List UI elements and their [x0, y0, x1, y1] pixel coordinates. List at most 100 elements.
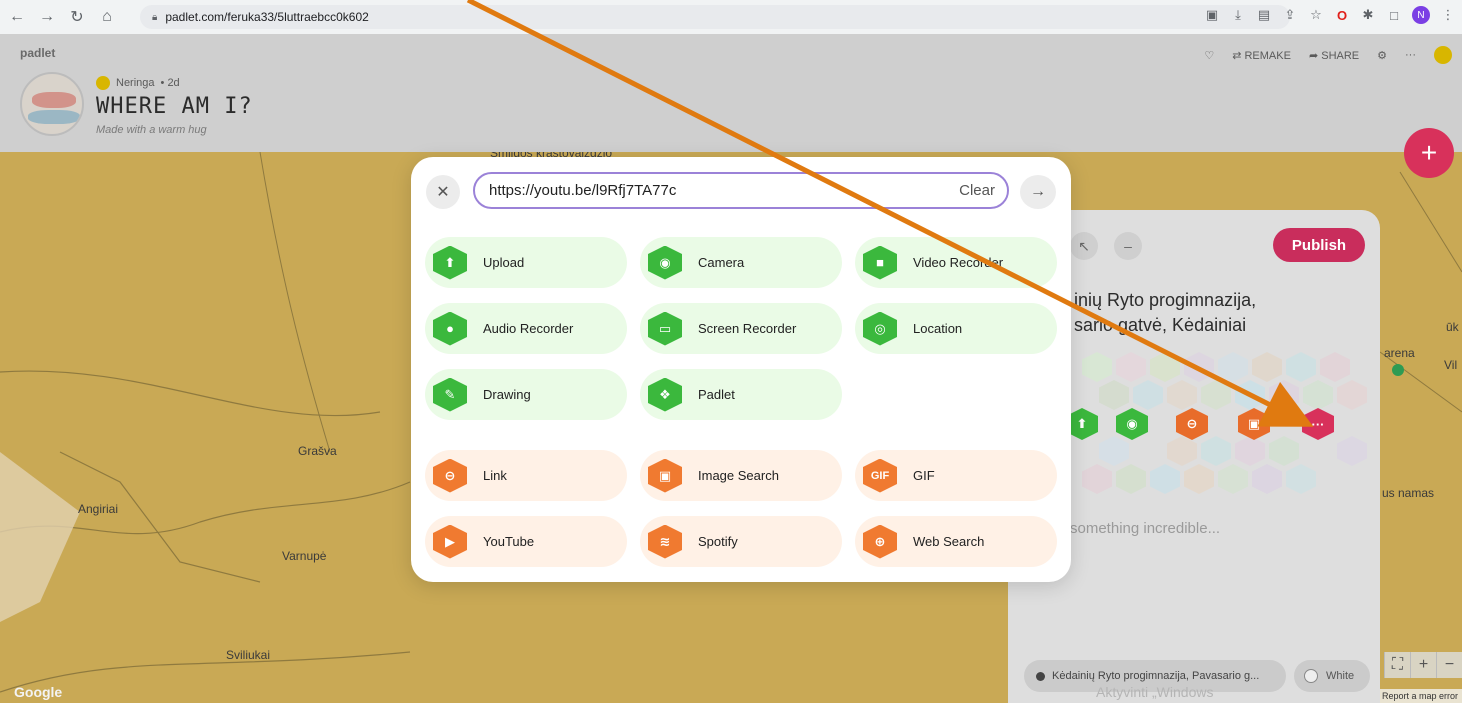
- map-label-angiriai: Angiriai: [78, 502, 119, 516]
- map-pin-icon[interactable]: [1392, 364, 1404, 376]
- lock-icon: 🔒︎: [152, 11, 158, 23]
- zoom-out-button[interactable]: −: [1436, 652, 1462, 678]
- color-white-toggle[interactable]: White: [1294, 660, 1370, 692]
- share-page-icon[interactable]: ⇪: [1282, 7, 1298, 23]
- image-search-hex-icon[interactable]: ▣: [1238, 408, 1270, 440]
- share-button[interactable]: ➦ SHARE: [1309, 49, 1359, 62]
- microphone-icon: ●: [433, 311, 467, 346]
- option-spotify[interactable]: ≋ Spotify: [640, 516, 842, 567]
- puzzle-icon[interactable]: ✱: [1360, 7, 1376, 23]
- forward-arrow-icon[interactable]: →: [34, 4, 60, 30]
- padlet-title: WHERE AM I?: [96, 94, 253, 119]
- drawing-icon: ✎: [433, 377, 467, 412]
- option-camera[interactable]: ◉ Camera: [640, 237, 842, 288]
- option-label: Video Recorder: [913, 255, 1004, 270]
- author-name: Neringa: [116, 77, 155, 89]
- expand-icon[interactable]: ↖: [1070, 232, 1098, 260]
- option-label: Spotify: [698, 534, 738, 549]
- extension-icon[interactable]: ▣: [1204, 7, 1220, 23]
- minimize-icon[interactable]: –: [1114, 232, 1142, 260]
- heart-icon[interactable]: ♡: [1204, 49, 1214, 62]
- link-url-input[interactable]: [489, 182, 960, 199]
- zoom-in-button[interactable]: +: [1410, 652, 1436, 678]
- composer-title[interactable]: inių Ryto progimnazija, sario gatvė, Kėd…: [1074, 288, 1364, 338]
- user-avatar[interactable]: [1434, 46, 1452, 64]
- option-image-search[interactable]: ▣ Image Search: [640, 450, 842, 501]
- link-icon: ⊖: [433, 458, 467, 493]
- add-post-button[interactable]: +: [1404, 128, 1454, 178]
- close-icon[interactable]: ✕: [426, 175, 460, 209]
- map-label-uk: ūk: [1446, 320, 1459, 334]
- option-screen-recorder[interactable]: ▭ Screen Recorder: [640, 303, 842, 354]
- color-swatch-icon: [1304, 669, 1318, 683]
- map-zoom-controls: ⛶ + −: [1384, 652, 1462, 678]
- padlet-logo[interactable]: padlet: [20, 46, 55, 60]
- video-recorder-icon: ■: [863, 245, 897, 280]
- profile-avatar[interactable]: N: [1412, 6, 1430, 24]
- header-actions: ♡ ⇄ REMAKE ➦ SHARE ⚙ ···: [1204, 46, 1452, 64]
- bookmark-star-icon[interactable]: ☆: [1308, 7, 1324, 23]
- windows-activation-watermark: Aktyvinti „Windows: [1096, 684, 1214, 700]
- remake-button[interactable]: ⇄ REMAKE: [1232, 49, 1291, 62]
- map-label-sviliukai: Sviliukai: [226, 648, 271, 662]
- author-row: Neringa • 2d: [96, 76, 180, 90]
- camera-hex-icon[interactable]: ◉: [1116, 408, 1148, 440]
- back-arrow-icon[interactable]: ←: [4, 4, 30, 30]
- location-icon: ◎: [863, 311, 897, 346]
- option-label: Drawing: [483, 387, 531, 402]
- image-search-icon: ▣: [648, 458, 682, 493]
- option-label: Camera: [698, 255, 745, 270]
- option-web-search[interactable]: ⊕ Web Search: [855, 516, 1057, 567]
- browser-toolbar: ← → ↻ ⌂ 🔒︎ padlet.com/feruka33/5luttraeb…: [0, 0, 1462, 34]
- option-location[interactable]: ◎ Location: [855, 303, 1057, 354]
- extension-icons: ▣ ⤓ ▤ ⇪ ☆ O ✱ □ N ⋮: [1204, 6, 1456, 24]
- option-label: Location: [913, 321, 963, 336]
- option-drawing[interactable]: ✎ Drawing: [425, 369, 627, 420]
- camera-icon: ◉: [648, 245, 682, 280]
- option-label: YouTube: [483, 534, 535, 549]
- map-label-arena: arena: [1384, 346, 1415, 360]
- fullscreen-icon[interactable]: ⛶: [1384, 652, 1410, 678]
- option-label: Screen Recorder: [698, 321, 797, 336]
- translate-icon[interactable]: ▤: [1256, 7, 1272, 23]
- option-link[interactable]: ⊖ Link: [425, 450, 627, 501]
- composer-title-line2: sario gatvė, Kėdainiai: [1074, 315, 1247, 335]
- padlet-thumbnail: [20, 72, 84, 136]
- option-label: Upload: [483, 255, 525, 270]
- option-label: GIF: [913, 468, 935, 483]
- download-icon[interactable]: ⤓: [1230, 7, 1246, 23]
- option-label: Padlet: [698, 387, 735, 402]
- option-gif[interactable]: GIF GIF: [855, 450, 1057, 501]
- option-padlet[interactable]: ❖ Padlet: [640, 369, 842, 420]
- link-url-field[interactable]: Clear: [473, 172, 1009, 209]
- window-icon[interactable]: □: [1386, 7, 1402, 23]
- option-video-recorder[interactable]: ■ Video Recorder: [855, 237, 1057, 288]
- submit-arrow-icon[interactable]: →: [1020, 175, 1056, 209]
- opera-icon[interactable]: O: [1334, 7, 1350, 23]
- link-hex-icon[interactable]: ⊖: [1176, 408, 1208, 440]
- option-upload[interactable]: ⬆ Upload: [425, 237, 627, 288]
- option-youtube[interactable]: ▶ YouTube: [425, 516, 627, 567]
- spotify-icon: ≋: [648, 524, 682, 559]
- clear-button[interactable]: Clear: [959, 182, 995, 199]
- menu-kebab-icon[interactable]: ⋮: [1440, 7, 1456, 23]
- map-label-namas: us namas: [1382, 486, 1435, 500]
- post-body-input[interactable]: something incredible...: [1070, 520, 1220, 537]
- padlet-icon: ❖: [648, 377, 682, 412]
- color-label: White: [1326, 670, 1355, 682]
- address-bar[interactable]: 🔒︎ padlet.com/feruka33/5luttraebcc0k602: [140, 5, 1290, 29]
- home-icon[interactable]: ⌂: [94, 4, 120, 30]
- map-label-varnupe: Varnupė: [282, 549, 327, 563]
- option-label: Web Search: [913, 534, 985, 549]
- reload-icon[interactable]: ↻: [64, 4, 90, 30]
- more-attachments-icon[interactable]: ···: [1302, 408, 1334, 440]
- google-logo: Google: [14, 684, 63, 700]
- post-age: • 2d: [160, 77, 180, 89]
- gear-icon[interactable]: ⚙: [1377, 49, 1387, 62]
- gif-icon: GIF: [863, 458, 897, 493]
- report-map-error-link[interactable]: Report a map error: [1377, 689, 1462, 703]
- option-audio-recorder[interactable]: ● Audio Recorder: [425, 303, 627, 354]
- author-avatar: [96, 76, 110, 90]
- publish-button[interactable]: Publish: [1273, 228, 1365, 262]
- more-icon[interactable]: ···: [1405, 49, 1416, 61]
